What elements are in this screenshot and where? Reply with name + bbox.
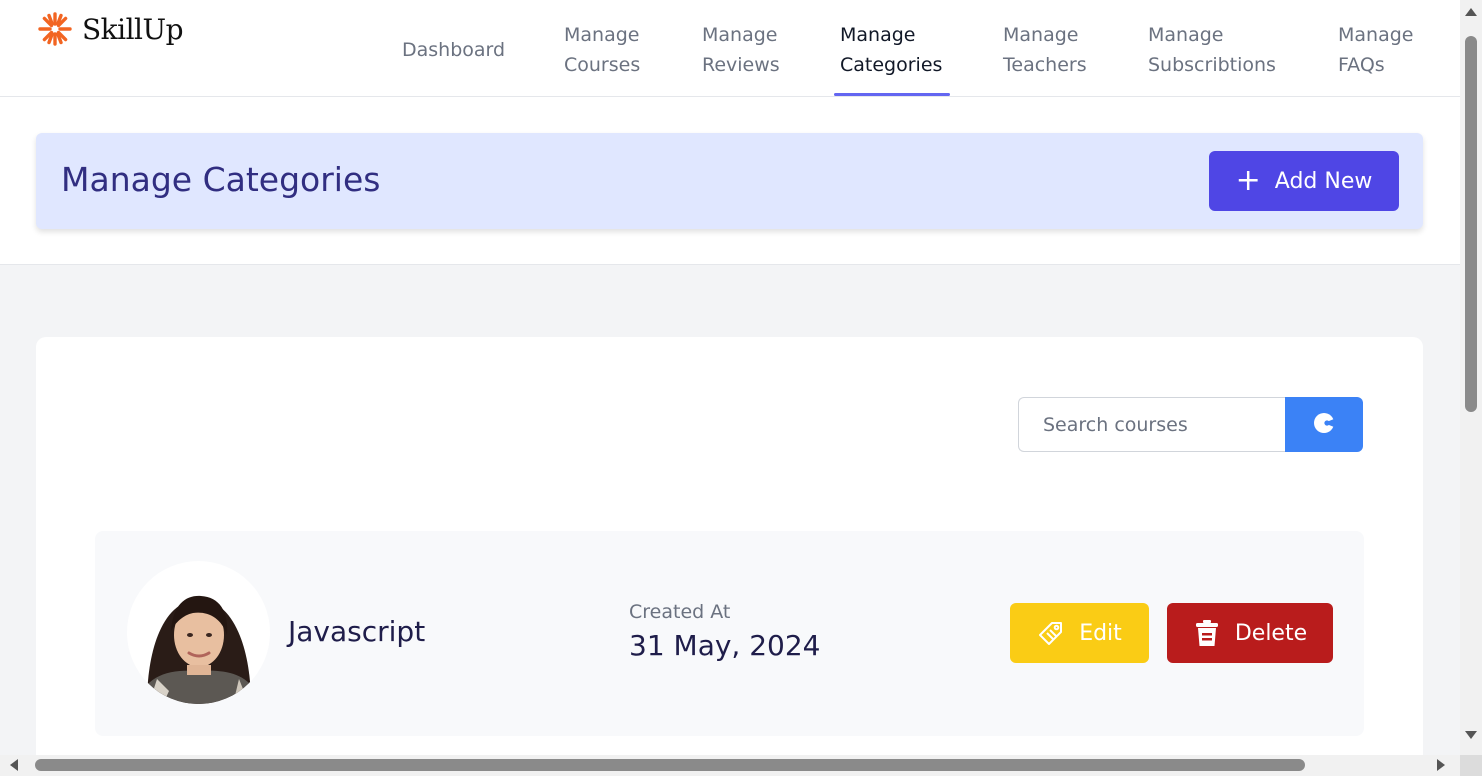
nav-label-line1: Manage (1338, 24, 1414, 46)
top-navbar: SkillUp Dashboard Manage Courses Manage … (0, 0, 1460, 97)
created-at-label: Created At (629, 601, 731, 623)
search-icon (1311, 410, 1337, 440)
horizontal-scroll-thumb[interactable] (35, 759, 1305, 771)
nav-label-line1: Manage (702, 24, 778, 46)
nav-manage-courses[interactable]: Manage Courses (564, 20, 640, 80)
search-bar (1018, 397, 1363, 452)
nav-label-line1: Manage (1148, 24, 1224, 46)
nav-label-line1: Manage (1003, 24, 1079, 46)
delete-label: Delete (1234, 620, 1308, 646)
vertical-scroll-thumb[interactable] (1465, 36, 1477, 412)
categories-panel: Javascript Created At 31 May, 2024 Edit (36, 337, 1423, 767)
nav-manage-reviews[interactable]: Manage Reviews (702, 20, 780, 80)
tag-icon (1037, 619, 1065, 647)
category-name: Javascript (288, 615, 426, 648)
brand-name: SkillUp (82, 12, 184, 46)
scroll-up-arrow-icon[interactable] (1465, 8, 1477, 16)
nav-dashboard[interactable]: Dashboard (402, 35, 505, 65)
search-button[interactable] (1285, 397, 1363, 452)
nav-label-line2: Subscribtions (1148, 54, 1276, 76)
add-new-button[interactable]: + Add New (1209, 151, 1399, 211)
nav-label-line2: FAQs (1338, 54, 1385, 76)
scroll-right-arrow-icon[interactable] (1437, 759, 1445, 771)
scroll-left-arrow-icon[interactable] (10, 759, 18, 771)
page-header-section: Manage Categories + Add New (0, 97, 1460, 265)
add-new-label: Add New (1274, 168, 1373, 194)
nav-label-line1: Manage (564, 24, 640, 46)
nav-manage-subscriptions[interactable]: Manage Subscribtions (1148, 20, 1276, 80)
category-avatar (127, 561, 270, 704)
delete-button[interactable]: Delete (1167, 603, 1333, 663)
edit-label: Edit (1079, 620, 1122, 646)
created-at-value: 31 May, 2024 (629, 629, 821, 662)
nav-manage-teachers[interactable]: Manage Teachers (1003, 20, 1087, 80)
edit-button[interactable]: Edit (1010, 603, 1149, 663)
plus-icon: + (1235, 163, 1261, 198)
active-nav-indicator (834, 93, 950, 96)
horizontal-scrollbar[interactable] (0, 755, 1460, 776)
scrollbar-corner (1460, 755, 1482, 776)
trash-icon (1193, 618, 1221, 648)
page-title: Manage Categories (61, 160, 381, 199)
page-header-card: Manage Categories + Add New (36, 133, 1423, 229)
nav-manage-faqs[interactable]: Manage FAQs (1338, 20, 1413, 80)
nav-label: Dashboard (402, 39, 506, 61)
nav-manage-categories[interactable]: Manage Categories (840, 20, 942, 80)
nav-label-line2: Teachers (1003, 54, 1087, 76)
search-input[interactable] (1018, 397, 1285, 452)
nav-label-line2: Reviews (702, 54, 780, 76)
sunburst-logo-icon (36, 10, 74, 48)
nav-label-line1: Manage (840, 24, 916, 46)
nav-label-line2: Courses (564, 54, 641, 76)
category-row: Javascript Created At 31 May, 2024 Edit (95, 531, 1364, 736)
brand[interactable]: SkillUp (36, 10, 184, 48)
scroll-down-arrow-icon[interactable] (1465, 731, 1477, 739)
nav-label-line2: Categories (840, 54, 943, 76)
vertical-scrollbar[interactable] (1460, 0, 1482, 755)
